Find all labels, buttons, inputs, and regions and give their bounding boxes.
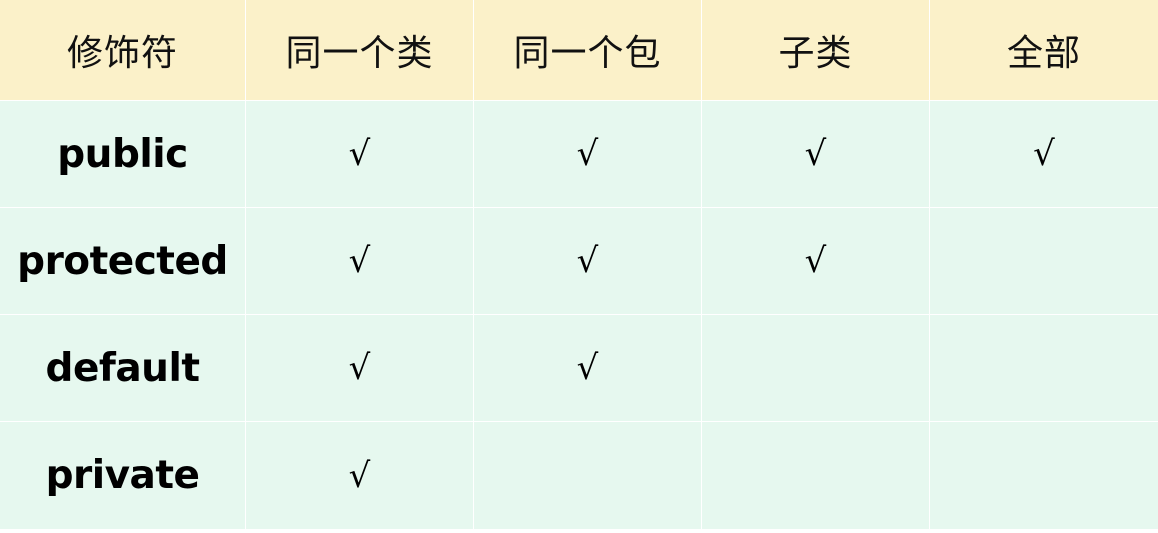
- row-protected-same-package: √: [474, 208, 701, 314]
- access-modifier-table: 修饰符 同一个类 同一个包 子类 全部 public √ √ √ √ prote…: [0, 0, 1158, 533]
- row-private-same-class: √: [246, 422, 473, 529]
- row-default-same-class: √: [246, 315, 473, 421]
- row-default-all: [930, 315, 1158, 421]
- row-public-same-package: √: [474, 101, 701, 207]
- row-private-modifier: private: [0, 422, 245, 529]
- row-default-modifier: default: [0, 315, 245, 421]
- row-public-modifier: public: [0, 101, 245, 207]
- header-same-class: 同一个类: [246, 0, 473, 100]
- row-public-same-class: √: [246, 101, 473, 207]
- row-public-all: √: [930, 101, 1158, 207]
- row-default-same-package: √: [474, 315, 701, 421]
- header-modifier: 修饰符: [0, 0, 245, 100]
- header-same-package: 同一个包: [474, 0, 701, 100]
- row-protected-same-class: √: [246, 208, 473, 314]
- row-private-all: [930, 422, 1158, 529]
- row-protected-modifier: protected: [0, 208, 245, 314]
- row-public-subclass: √: [702, 101, 929, 207]
- row-private-same-package: [474, 422, 701, 529]
- header-subclass: 子类: [702, 0, 929, 100]
- row-private-subclass: [702, 422, 929, 529]
- row-default-subclass: [702, 315, 929, 421]
- header-all: 全部: [930, 0, 1158, 100]
- row-protected-all: [930, 208, 1158, 314]
- row-protected-subclass: √: [702, 208, 929, 314]
